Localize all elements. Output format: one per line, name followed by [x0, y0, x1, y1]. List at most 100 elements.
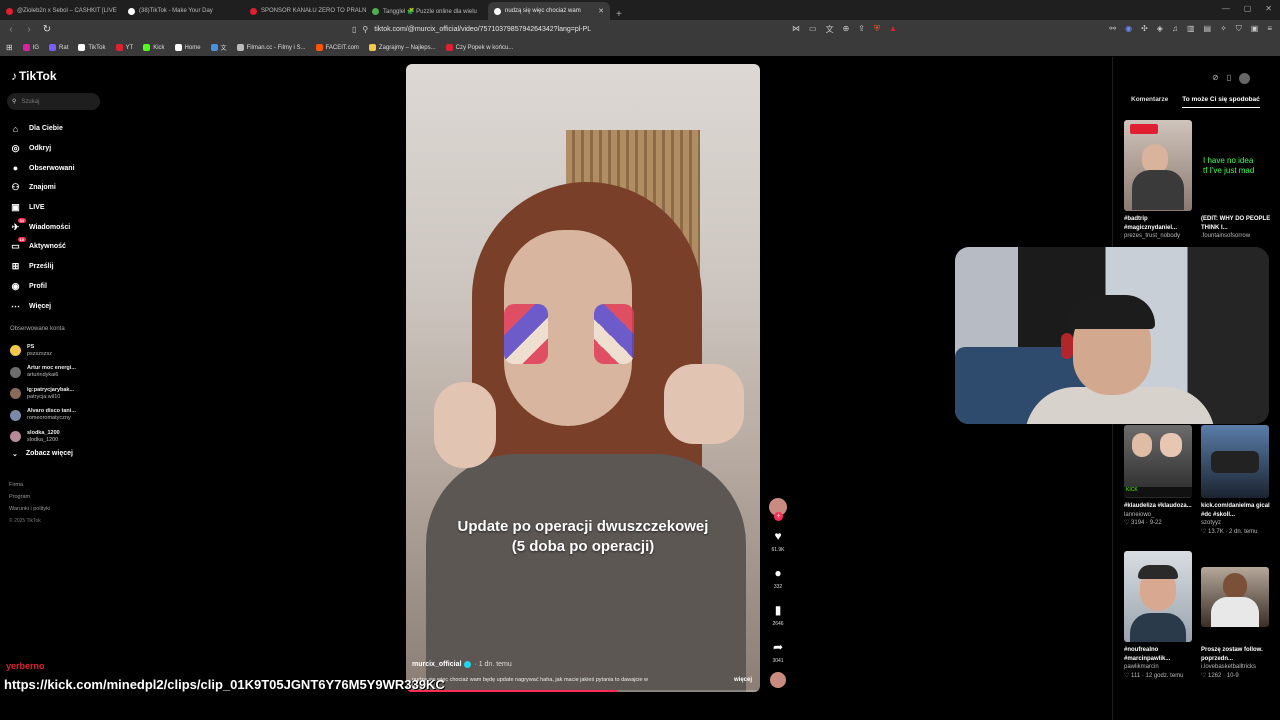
bookmark-item[interactable]: Rat	[49, 44, 68, 51]
followed-account[interactable]: Artur moc energi... arturindykai6	[10, 362, 76, 384]
site-info-icon[interactable]: ⚲	[362, 25, 368, 34]
recommended-thumb-4[interactable]	[1201, 425, 1269, 498]
translate-icon[interactable]: 文	[826, 24, 834, 35]
author-avatar[interactable]: +	[769, 498, 787, 521]
tab-recommended[interactable]: To może Ci się spodobać	[1182, 96, 1260, 108]
music-disc-icon[interactable]	[770, 672, 786, 688]
browser-tab[interactable]: @Zioleb2n x Sebol – CASHKIT [LIVE	[0, 2, 122, 20]
ai-icon[interactable]: ✧	[1220, 24, 1227, 34]
nav-item[interactable]: ⚇ Znajomi	[10, 178, 75, 198]
followed-account[interactable]: ig:patrycjarybak... patrycja.wil10	[10, 383, 76, 405]
see-more-button[interactable]: ⌄ Zobacz więcej	[12, 450, 73, 458]
bookmark-icon[interactable]: ▯	[352, 25, 356, 34]
follow-plus-icon[interactable]: +	[774, 512, 783, 521]
recommended-thumb-3[interactable]: KICK	[1124, 425, 1192, 498]
tabs-icon[interactable]: ▤	[1204, 24, 1212, 34]
apps-grid-icon[interactable]: ⊞	[6, 43, 13, 52]
extension-c-icon[interactable]: ◈	[1157, 24, 1163, 34]
music-icon[interactable]: ♫	[1172, 24, 1178, 34]
browser-tab[interactable]: (38)TikTok - Make Your Day	[122, 2, 244, 20]
bookmark-item[interactable]: FACEIT.com	[315, 44, 359, 51]
card-3-stats: ♡ 3194 · 9-22	[1124, 520, 1162, 526]
extension-b-icon[interactable]: ◉	[1125, 24, 1132, 34]
card-4-info[interactable]: kick.com/danielma gical #dc #skoll... sz…	[1201, 502, 1273, 536]
followed-account[interactable]: PS pszszszsz	[10, 340, 76, 362]
bookmark-item[interactable]: TikTok	[78, 44, 106, 51]
compass-icon: ◎	[10, 143, 21, 154]
tracking-icon[interactable]: ⋈	[792, 24, 800, 35]
tiktok-logo[interactable]: ♪ TikTok	[11, 69, 57, 83]
browser-tab[interactable]: Tangglel 🧩 Puzzle online dla wielu	[366, 2, 488, 20]
minimize-icon[interactable]: —	[1222, 4, 1230, 13]
card-2-author: .fountainsofsorrow	[1201, 233, 1251, 239]
nav-item[interactable]: ▭ 10 Aktywność	[10, 237, 75, 257]
back-icon[interactable]: ‹	[4, 24, 18, 35]
puzzle-icon[interactable]: ✣	[1141, 24, 1148, 34]
rewards-icon[interactable]: ▲	[889, 24, 897, 35]
bookmark-item[interactable]: YT	[115, 44, 133, 51]
tab-comments[interactable]: Komentarze	[1131, 96, 1168, 108]
video-player[interactable]: Update po operacji dwuszczekowej (5 doba …	[406, 64, 760, 692]
nav-item[interactable]: ▣ LIVE	[10, 198, 75, 218]
tab-title: (38)TikTok - Make Your Day	[139, 8, 213, 14]
nav-item[interactable]: ◉ Profil	[10, 277, 75, 297]
recommended-thumb-2[interactable]: I have no idea tf I've just mad	[1201, 120, 1269, 211]
comment-icon[interactable]: ●	[774, 566, 781, 580]
cast-icon[interactable]: ▭	[809, 24, 817, 35]
recommended-thumb-5[interactable]	[1124, 551, 1192, 642]
like-icon[interactable]: ♥	[774, 529, 781, 543]
card-5-info[interactable]: #noufrealno #marcinpawlik... pawlikmarci…	[1124, 646, 1196, 680]
vpn-icon[interactable]: ⛉	[1236, 24, 1242, 34]
bookmark-item[interactable]: Kick	[143, 44, 165, 51]
video-author-name[interactable]: murcix_official	[412, 661, 461, 668]
bookmark-item[interactable]: Home	[174, 44, 201, 51]
new-tab-button[interactable]: +	[616, 9, 622, 20]
recommended-thumb-6[interactable]	[1201, 567, 1269, 627]
share-icon[interactable]: ⇪	[858, 24, 865, 35]
bookmark-item[interactable]: Filman.cc - Filmy i S...	[236, 44, 306, 51]
device-icon[interactable]: ▯	[1227, 73, 1231, 84]
followed-account[interactable]: slodka_1200 slodka_1200	[10, 426, 76, 448]
zoom-icon[interactable]: ⊕	[843, 24, 850, 35]
brave-shield-icon[interactable]: ⛨	[874, 24, 880, 35]
card-6-info[interactable]: Proszę zostaw follow. poprzedn... i.love…	[1201, 646, 1273, 680]
followed-account[interactable]: Alvaro disco tani... romeoromatyczny	[10, 405, 76, 427]
nav-item[interactable]: ⋯ Więcej	[10, 296, 75, 316]
maximize-icon[interactable]: ▢	[1244, 4, 1252, 13]
bookmark-item[interactable]: 文	[210, 43, 227, 52]
video-progress-bar[interactable]	[406, 690, 760, 692]
bookmark-item[interactable]: Zagrajmy – Najleps...	[368, 44, 436, 51]
nav-item[interactable]: ⊞ Prześlij	[10, 257, 75, 277]
sidebar-toggle-icon[interactable]: ▥	[1187, 24, 1195, 34]
user-avatar-icon[interactable]	[1239, 73, 1251, 84]
nav-item[interactable]: ⌂ Dla Ciebie	[10, 119, 75, 139]
browser-tab[interactable]: SPONSOR KANAŁU ZERO TO PRALN	[244, 2, 366, 20]
footer-link-company[interactable]: Firma	[9, 479, 50, 491]
compass-small-icon[interactable]: ⊘	[1212, 73, 1219, 84]
extension-a-icon[interactable]: ⚯	[1109, 24, 1116, 34]
video-author[interactable]: murcix_official · 1 dn. temu	[412, 661, 512, 668]
footer-link-terms[interactable]: Warunki i polityki	[9, 503, 50, 515]
recommended-thumb-1[interactable]	[1124, 120, 1192, 211]
nav-item[interactable]: ✈ 34 Wiadomości	[10, 217, 75, 237]
card-1-info[interactable]: #badtrip #magicznydaniel... prezes_trust…	[1124, 215, 1194, 241]
url-text[interactable]: tiktok.com/@murcix_official/video/757103…	[374, 26, 591, 33]
wallet-icon[interactable]: ▣	[1251, 24, 1259, 34]
nav-item[interactable]: ◎ Odkryj	[10, 139, 75, 159]
nav-item[interactable]: ● Obserwowani	[10, 158, 75, 178]
card-3-info[interactable]: #klaudeliza #klaudoza... lanneiowo_ ♡ 31…	[1124, 502, 1196, 528]
card-2-info[interactable]: (EDIT: WHY DO PEOPLE THINK I... .fountai…	[1201, 215, 1271, 241]
bookmark-save-icon[interactable]: ▮	[775, 603, 782, 617]
forward-icon[interactable]: ›	[22, 24, 36, 35]
bookmark-item[interactable]: Czy Popek w końcu...	[445, 44, 513, 51]
bookmark-item[interactable]: IG	[22, 44, 39, 51]
search-input[interactable]: ⚲ Szukaj	[7, 93, 100, 110]
video-more-link[interactable]: więcej	[734, 677, 752, 683]
reload-icon[interactable]: ↻	[40, 24, 54, 35]
share-arrow-icon[interactable]: ➦	[773, 640, 783, 654]
close-window-icon[interactable]: ✕	[1265, 4, 1272, 13]
browser-tab[interactable]: nudzą się więc chociaż wam ✕	[488, 2, 610, 20]
footer-link-program[interactable]: Program	[9, 491, 50, 503]
menu-icon[interactable]: ≡	[1267, 24, 1272, 34]
close-tab-icon[interactable]: ✕	[598, 7, 604, 15]
